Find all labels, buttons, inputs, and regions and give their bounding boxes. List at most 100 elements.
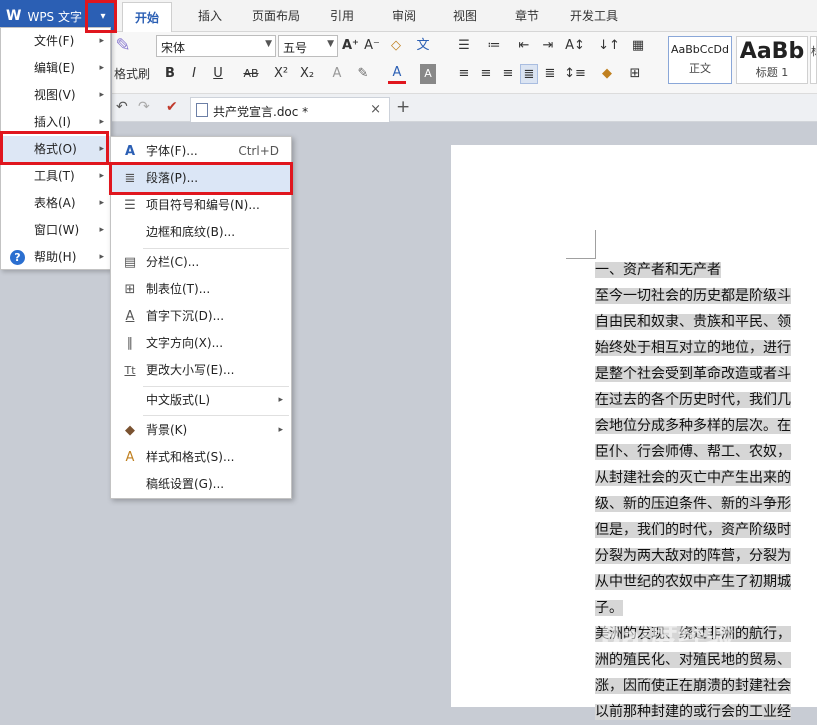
font-color-button[interactable]: A (388, 64, 406, 84)
document-line-text: 洲的殖民化、对殖民地的贸易、 (595, 652, 791, 668)
tab-developer[interactable]: 开发工具 (570, 7, 618, 29)
bullets-icon[interactable]: ☰ (452, 36, 476, 56)
submenu-item-manuscript-settings[interactable]: 稿纸设置(G)... (111, 471, 291, 498)
sort-icon[interactable]: ↓↑ (598, 36, 620, 56)
format-painter-label[interactable]: 格式刷 (112, 64, 152, 84)
app-name: WPS 文字 (27, 9, 82, 24)
submenu-item-font[interactable]: A 字体(F)... Ctrl+D (111, 138, 291, 165)
document-line-text: 始终处于相互对立的地位，进行 (595, 340, 791, 356)
submenu-item-background[interactable]: ◆ 背景(K) ▸ (111, 417, 291, 444)
style-heading-2[interactable]: 标 (810, 36, 817, 84)
tab-review[interactable]: 审阅 (392, 7, 416, 29)
subscript-button[interactable]: X₂ (296, 64, 318, 84)
char-shading-icon[interactable]: A (420, 64, 436, 84)
style-normal[interactable]: AaBbCcDd 正文 (668, 36, 732, 84)
menu-item-tools[interactable]: 工具(T) ▸ (1, 163, 110, 190)
document-line-text: 涨，因而使正在崩溃的封建社会 (595, 678, 791, 694)
highlight-icon[interactable]: ✎ (354, 64, 372, 84)
font-size-combo[interactable]: 五号 ▼ (278, 35, 338, 57)
submenu-item-columns[interactable]: ▤ 分栏(C)... (111, 249, 291, 276)
increase-indent-icon[interactable]: ⇥ (538, 36, 558, 56)
underline-button[interactable]: U (210, 64, 226, 84)
submenu-item-chinese-layout[interactable]: 中文版式(L) ▸ (111, 387, 291, 414)
app-main-menu: 文件(F) ▸ 编辑(E) ▸ 视图(V) ▸ 插入(I) ▸ 格式(O) ▸ 工具(T)… (0, 27, 111, 270)
justify-icon[interactable]: ≣ (520, 64, 538, 84)
redo-icon[interactable]: ↷ (138, 99, 150, 115)
text-direction-icon[interactable]: A↕ (564, 36, 586, 56)
bold-button[interactable]: B (162, 64, 178, 84)
submenu-item-styles-formatting[interactable]: A 样式和格式(S)... (111, 444, 291, 471)
document-line-text: 会地位分成多种多样的层次。在 (595, 418, 791, 434)
align-center-icon[interactable]: ≡ (478, 64, 494, 84)
grow-font-icon[interactable]: A⁺ (342, 36, 359, 56)
document-line: 会地位分成多种多样的层次。在 (595, 413, 817, 439)
menu-item-file[interactable]: 文件(F) ▸ (1, 28, 110, 55)
tab-view[interactable]: 视图 (453, 7, 477, 29)
borders-icon[interactable]: ⊞ (624, 64, 646, 84)
tab-chapter[interactable]: 章节 (515, 7, 539, 29)
document-line: 级、新的压迫条件、新的斗争形 (595, 491, 817, 517)
distributed-icon[interactable]: ≣ (542, 64, 558, 84)
font-name-combo[interactable]: 宋体 ▼ (156, 35, 276, 57)
bullets-icon: ☰ (124, 198, 136, 213)
app-menu-dropdown-button[interactable]: ▾ (92, 2, 114, 30)
submenu-item-paragraph[interactable]: ≣ 段落(P)... (111, 165, 291, 192)
submenu-arrow-icon: ▸ (99, 198, 104, 208)
new-tab-icon[interactable]: + (396, 97, 410, 117)
phonetic-guide-icon[interactable]: 文 (410, 36, 436, 56)
numbering-icon[interactable]: ≔ (482, 36, 506, 56)
text-effect-icon[interactable]: A (328, 64, 346, 84)
tab-stops-icon: ⊞ (124, 282, 136, 297)
document-line: 从中世纪的农奴中产生了初期城 (595, 569, 817, 595)
tab-insert[interactable]: 插入 (198, 7, 222, 29)
menu-item-format[interactable]: 格式(O) ▸ (1, 136, 110, 163)
submenu-item-text-direction[interactable]: ∥ 文字方向(X)... (111, 330, 291, 357)
table-grid-icon[interactable]: ▦ (628, 36, 648, 56)
submenu-arrow-icon: ▸ (99, 63, 104, 73)
menu-item-insert[interactable]: 插入(I) ▸ (1, 109, 110, 136)
format-painter-icon[interactable]: ✎ (112, 36, 134, 56)
italic-button[interactable]: I (186, 64, 202, 84)
document-line-text: 在过去的各个历史时代，我们几 (595, 392, 791, 408)
submenu-item-change-case[interactable]: Tt 更改大小写(E)... (111, 357, 291, 384)
submenu-item-borders-shading[interactable]: 边框和底纹(B)... (111, 219, 291, 246)
submenu-arrow-icon: ▸ (99, 36, 104, 46)
superscript-button[interactable]: X² (270, 64, 292, 84)
document-tab[interactable]: 共产党宣言.doc * × (190, 97, 390, 122)
submenu-item-label: 段落(P)... (146, 171, 199, 185)
menu-item-view[interactable]: 视图(V) ▸ (1, 82, 110, 109)
submenu-item-tabs[interactable]: ⊞ 制表位(T)... (111, 276, 291, 303)
submenu-item-label: 更改大小写(E)... (146, 363, 235, 377)
style-heading-1[interactable]: AaBb 标题 1 (736, 36, 808, 84)
decrease-indent-icon[interactable]: ⇤ (514, 36, 534, 56)
align-left-icon[interactable]: ≡ (456, 64, 472, 84)
submenu-item-bullets-numbering[interactable]: ☰ 项目符号和编号(N)... (111, 192, 291, 219)
shrink-font-icon[interactable]: A⁻ (364, 36, 380, 56)
document-line: 从封建社会的灭亡中产生出来的 (595, 465, 817, 491)
document-line: 自由民和奴隶、贵族和平民、领 (595, 309, 817, 335)
align-right-icon[interactable]: ≡ (500, 64, 516, 84)
menu-item-table[interactable]: 表格(A) ▸ (1, 190, 110, 217)
font-size-value: 五号 (283, 41, 308, 55)
submenu-arrow-icon: ▸ (99, 225, 104, 235)
line-spacing-icon[interactable]: ↕≡ (564, 64, 586, 84)
shading-icon[interactable]: ◆ (596, 64, 618, 84)
chevron-down-icon: ▼ (327, 39, 334, 49)
tab-references[interactable]: 引用 (330, 7, 354, 29)
style-label: 正文 (689, 62, 711, 75)
chevron-down-icon: ▼ (265, 39, 272, 49)
strikethrough-button[interactable]: AB (238, 64, 264, 84)
tab-home[interactable]: 开始 (122, 2, 173, 32)
undo-icon[interactable]: ↶ (116, 99, 128, 115)
close-icon[interactable]: × (370, 102, 381, 117)
menu-item-edit[interactable]: 编辑(E) ▸ (1, 55, 110, 82)
tab-page-layout[interactable]: 页面布局 (252, 7, 300, 29)
drop-cap-icon: A (125, 309, 135, 324)
revision-icon[interactable]: ✔ (166, 99, 178, 115)
clear-format-icon[interactable]: ◇ (388, 36, 404, 56)
menu-item-help[interactable]: ? 帮助(H) ▸ (1, 244, 110, 271)
font-name-value: 宋体 (161, 41, 186, 55)
submenu-item-label: 背景(K) (146, 423, 188, 437)
submenu-item-drop-cap[interactable]: A 首字下沉(D)... (111, 303, 291, 330)
menu-item-window[interactable]: 窗口(W) ▸ (1, 217, 110, 244)
